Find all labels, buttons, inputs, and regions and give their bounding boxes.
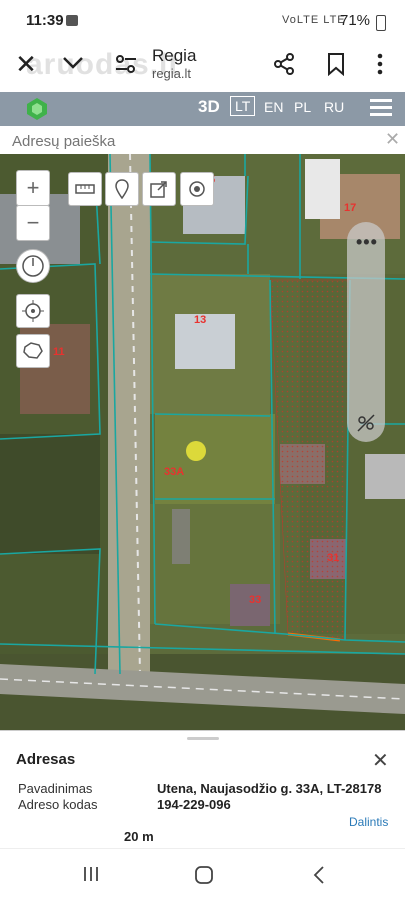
chevron-down-icon[interactable] xyxy=(58,48,88,78)
parcel-label: 33 xyxy=(249,594,262,606)
zoom-in-button[interactable]: + xyxy=(16,170,50,206)
map-scale: 20 m xyxy=(124,829,154,844)
hamburger-menu-icon[interactable] xyxy=(370,99,392,119)
location-pin-icon[interactable] xyxy=(105,172,139,206)
page-title: Regia xyxy=(152,46,197,65)
address-search-bar: ✕ xyxy=(0,126,405,155)
battery-level: 71% xyxy=(340,12,371,29)
battery-icon xyxy=(376,15,386,31)
parcel-label: 13 xyxy=(194,314,207,326)
name-label: Pavadinimas xyxy=(18,781,93,796)
hide-panel-icon[interactable] xyxy=(355,412,377,439)
target-icon[interactable] xyxy=(180,172,214,206)
language-en[interactable]: EN xyxy=(264,99,283,115)
recent-apps-icon[interactable] xyxy=(82,865,100,888)
map-canvas xyxy=(0,154,405,730)
browser-bar: aruodas.lt ✕ Regia regia.lt xyxy=(0,42,405,92)
name-value: Utena, Naujasodžio g. 33A, LT-28178 xyxy=(157,781,382,796)
map-view[interactable]: 5 17 13 11 33A 31 33 + − ••• xyxy=(0,154,405,730)
more-options-icon[interactable] xyxy=(368,50,392,78)
bookmark-icon[interactable] xyxy=(322,50,350,78)
regia-toolbar: 3D LT EN PL RU xyxy=(0,92,405,126)
page-url[interactable]: regia.lt xyxy=(152,66,191,81)
address-info-panel: Adresas ✕ Pavadinimas Utena, Naujasodžio… xyxy=(0,730,405,849)
status-bar: 11:39 VoLTE LTE 71% xyxy=(0,0,405,42)
status-time: 11:39 xyxy=(26,12,64,29)
zoom-out-button[interactable]: − xyxy=(16,205,50,241)
3d-toggle-button[interactable]: 3D xyxy=(198,97,220,117)
language-lt[interactable]: LT xyxy=(230,96,256,116)
site-settings-icon[interactable] xyxy=(114,52,138,76)
language-ru[interactable]: RU xyxy=(324,99,344,115)
compass-icon[interactable] xyxy=(16,249,50,283)
close-panel-icon[interactable]: ✕ xyxy=(372,748,389,773)
parcel-label: 33A xyxy=(164,466,185,478)
android-nav-bar xyxy=(0,848,405,901)
share-icon[interactable] xyxy=(270,50,298,78)
regia-logo-icon[interactable] xyxy=(25,97,49,121)
parcel-label: 17 xyxy=(344,202,357,214)
parcel-label: 31 xyxy=(327,552,340,564)
panel-more-icon[interactable]: ••• xyxy=(356,232,378,253)
panel-title: Adresas xyxy=(16,751,76,768)
network-status: VoLTE LTE xyxy=(282,14,346,26)
share-link[interactable]: Dalintis xyxy=(349,815,388,829)
region-select-icon[interactable] xyxy=(16,334,50,368)
back-icon[interactable] xyxy=(312,865,326,890)
parcel-label: 11 xyxy=(53,346,65,358)
search-close-icon[interactable]: ✕ xyxy=(385,129,400,150)
close-icon[interactable]: ✕ xyxy=(12,49,40,79)
locate-me-icon[interactable] xyxy=(16,294,50,328)
measure-icon[interactable] xyxy=(68,172,102,206)
address-search-input[interactable] xyxy=(10,130,354,152)
side-panel-handle[interactable] xyxy=(347,222,385,442)
home-icon[interactable] xyxy=(194,865,214,890)
export-icon[interactable] xyxy=(142,172,176,206)
image-notification-icon xyxy=(66,15,78,26)
address-code-value: 194-229-096 xyxy=(157,797,231,812)
address-code-label: Adreso kodas xyxy=(18,797,98,812)
language-pl[interactable]: PL xyxy=(294,99,311,115)
sheet-drag-handle[interactable] xyxy=(187,737,219,740)
